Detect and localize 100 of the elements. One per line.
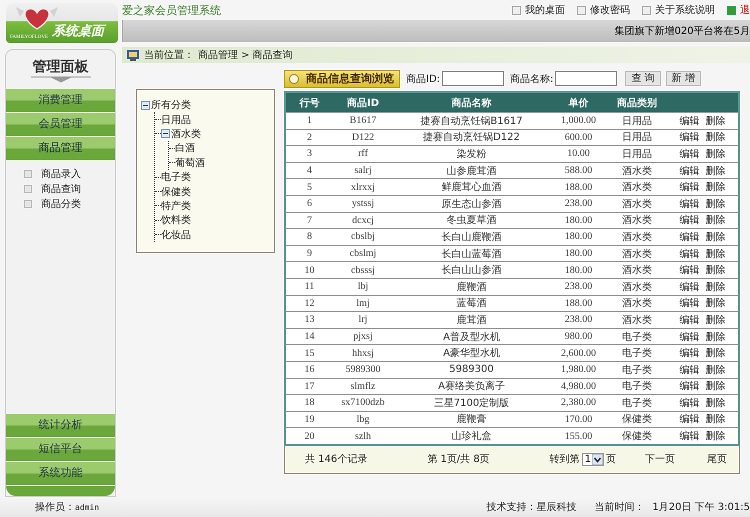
row-action-link[interactable]: 删除: [706, 431, 726, 442]
tree-item[interactable]: 葡萄酒: [175, 156, 205, 170]
row-action-link[interactable]: 编辑: [680, 364, 700, 376]
action-button[interactable]: 查 询: [625, 71, 661, 86]
tree-item[interactable]: 特产类: [161, 198, 191, 213]
menu-item[interactable]: 商品管理: [6, 137, 115, 161]
tree-item[interactable]: 酒水类: [171, 126, 201, 141]
input-field[interactable]: [555, 71, 618, 86]
row-action-link[interactable]: 删除: [706, 248, 726, 260]
table-cell: cbsssj: [351, 264, 375, 276]
next-page-link[interactable]: 下一页: [645, 452, 675, 466]
row-action-link[interactable]: 编辑: [680, 348, 700, 360]
row-action-link[interactable]: 删除: [706, 182, 726, 194]
input-field[interactable]: [442, 71, 504, 86]
submenu-item[interactable]: 商品查询: [41, 182, 81, 196]
row-action-link[interactable]: 删除: [706, 314, 726, 326]
row-action-link[interactable]: 编辑: [680, 132, 700, 144]
row-action-link[interactable]: 编辑: [680, 148, 700, 160]
table-cell: 电子类: [622, 364, 652, 376]
row-action-link[interactable]: 编辑: [680, 431, 700, 442]
table-cell: 16: [304, 364, 314, 376]
tree-item[interactable]: 所有分类: [151, 98, 191, 112]
tree-item[interactable]: 饮料类: [161, 213, 191, 228]
table-cell: 588.00: [564, 165, 592, 176]
menu-item[interactable]: 短信平台: [6, 438, 115, 462]
row-action-link[interactable]: 删除: [706, 364, 726, 376]
row-action-link[interactable]: 删除: [706, 332, 726, 343]
row-action-link[interactable]: 编辑: [680, 282, 700, 293]
tree-item[interactable]: 白酒: [175, 141, 195, 156]
table-cell: 酒水类: [622, 232, 652, 243]
row-action-link[interactable]: 编辑: [680, 332, 700, 343]
row-action-link[interactable]: 删除: [706, 198, 726, 210]
row-action-link[interactable]: 编辑: [680, 198, 700, 210]
row-action-link[interactable]: 删除: [706, 298, 726, 310]
time-label: 当前时间：: [594, 500, 644, 514]
row-action-link[interactable]: 删除: [706, 232, 726, 243]
row-action-link[interactable]: 删除: [706, 132, 726, 144]
row-action-link[interactable]: 删除: [706, 166, 726, 177]
row-action-link[interactable]: 编辑: [680, 215, 700, 226]
row-action-link[interactable]: 编辑: [680, 381, 700, 392]
top-link[interactable]: 关于系统说明: [655, 3, 715, 17]
table-cell: 180.00: [564, 231, 592, 242]
row-action-link[interactable]: 删除: [706, 116, 726, 127]
exit-link[interactable]: 退: [740, 3, 750, 17]
page-select[interactable]: 1: [582, 452, 604, 466]
row-action-link[interactable]: 编辑: [680, 248, 700, 260]
table-cell: 酒水类: [622, 298, 652, 310]
row-action-link[interactable]: 编辑: [680, 414, 700, 426]
record-count: 共 146个记录: [305, 452, 368, 466]
table-cell: 酒水类: [622, 265, 652, 276]
row-action-link[interactable]: 编辑: [680, 116, 700, 127]
table-cell: 2,600.00: [561, 348, 596, 359]
table-cell: 长白山蓝莓酒: [442, 248, 502, 260]
table-cell: 4,980.00: [561, 380, 596, 392]
table-cell: 染发粉: [456, 148, 486, 160]
row-action-link[interactable]: 编辑: [680, 298, 700, 310]
table-cell: dcxcj: [352, 214, 374, 226]
last-page-link[interactable]: 尾页: [707, 452, 727, 466]
action-button[interactable]: 新 增: [666, 71, 701, 86]
row-action-link[interactable]: 删除: [706, 265, 726, 276]
row-action-link[interactable]: 删除: [706, 381, 726, 392]
top-link[interactable]: 修改密码: [590, 3, 630, 17]
square-icon: [24, 185, 32, 193]
row-action-link[interactable]: 删除: [706, 215, 726, 226]
row-action-link[interactable]: 删除: [706, 398, 726, 409]
table-cell: 7: [307, 214, 312, 226]
top-link[interactable]: 我的桌面: [525, 3, 565, 17]
table-cell: 188.00: [564, 182, 592, 193]
tree-item[interactable]: 化妆品: [161, 228, 191, 242]
row-action-link[interactable]: 删除: [706, 282, 726, 293]
menu-item[interactable]: 系统功能: [6, 462, 115, 486]
row-action-link[interactable]: 编辑: [680, 265, 700, 276]
table-cell: 600.00: [564, 132, 592, 143]
support-text: 技术支持：星辰科技: [486, 500, 576, 514]
row-action-link[interactable]: 删除: [706, 348, 726, 360]
menu-item[interactable]: 消费管理: [6, 89, 115, 113]
submenu-item[interactable]: 商品分类: [41, 197, 81, 211]
row-action-link[interactable]: 编辑: [680, 166, 700, 177]
menu-item[interactable]: 会员管理: [6, 113, 115, 137]
row-action-link[interactable]: 编辑: [680, 182, 700, 194]
table-cell: slmflz: [350, 380, 376, 392]
column-header: 商品ID: [333, 93, 393, 112]
table-cell: 180.00: [564, 214, 592, 226]
table-cell: 5: [307, 182, 312, 193]
tree-item[interactable]: 电子类: [161, 170, 191, 184]
menu-item[interactable]: 统计分析: [6, 414, 115, 438]
table-cell: 9: [307, 248, 312, 260]
square-icon: [24, 200, 32, 208]
tree-item[interactable]: 保健类: [161, 184, 191, 199]
app-title: 爱之家会员管理系统: [122, 2, 221, 18]
tree-item[interactable]: 日用品: [161, 112, 191, 127]
row-action-link[interactable]: 编辑: [680, 398, 700, 409]
row-action-link[interactable]: 删除: [706, 148, 726, 160]
row-action-link[interactable]: 编辑: [680, 232, 700, 243]
goto-suffix: 页: [606, 453, 616, 466]
submenu-item[interactable]: 商品录入: [41, 167, 81, 181]
row-action-link[interactable]: 编辑: [680, 314, 700, 326]
row-action-link[interactable]: 删除: [706, 414, 726, 426]
operator-name: admin: [75, 502, 100, 512]
table-cell: D122: [352, 132, 374, 143]
